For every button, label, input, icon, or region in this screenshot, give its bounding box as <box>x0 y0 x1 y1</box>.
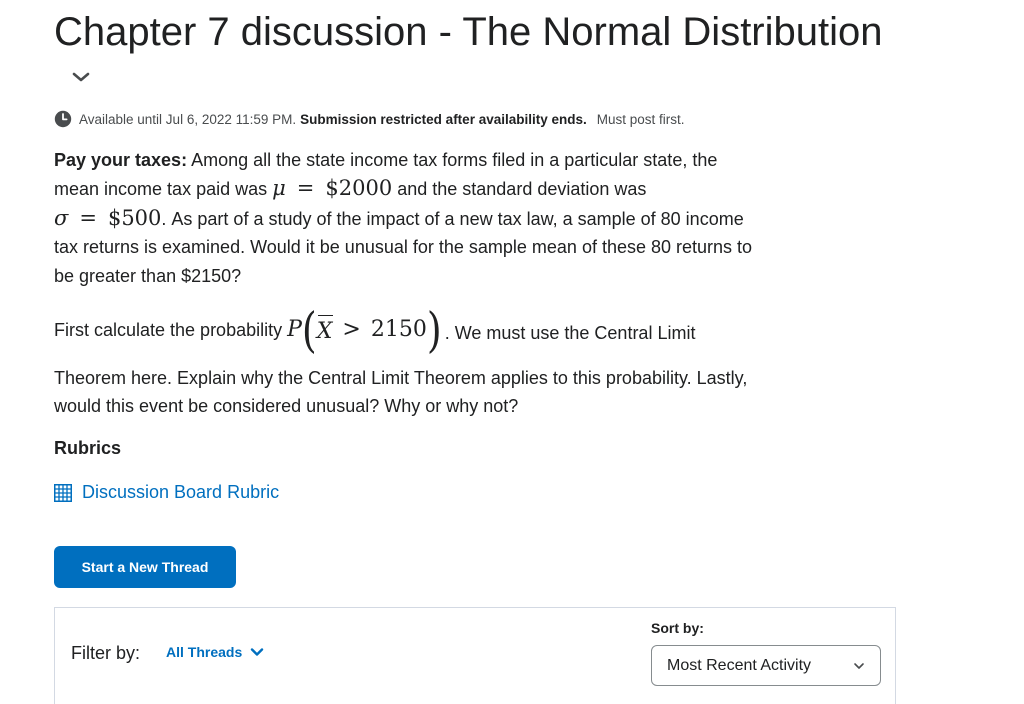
chevron-down-icon <box>72 72 90 82</box>
chevron-down-icon <box>251 648 264 656</box>
must-post-first-notice: Must post first. <box>596 111 685 127</box>
probability-text-rest: Theorem here. Explain why the Central Li… <box>54 368 748 416</box>
clock-icon <box>54 110 72 128</box>
availability-date: Available until Jul 6, 2022 11:59 PM. <box>79 111 297 127</box>
sort-value: Most Recent Activity <box>667 656 812 674</box>
mean-equation: μ = $2000 <box>272 176 392 200</box>
probability-text-before: First calculate the probability <box>54 320 283 340</box>
thread-controls-panel: Filter by: All Threads Sort by: Most Rec… <box>54 607 896 704</box>
discussion-board-rubric-link[interactable]: Discussion Board Rubric <box>54 482 279 503</box>
question-lead: Pay your taxes: <box>54 150 188 170</box>
sort-select[interactable]: Most Recent Activity <box>651 645 881 686</box>
probability-text-after: . We must use the Central Limit <box>444 323 696 343</box>
equals-sign: = <box>79 205 97 230</box>
close-paren: ) <box>426 302 442 358</box>
page-title: Chapter 7 discussion - The Normal Distri… <box>54 10 883 54</box>
sd-equation: σ = $500 <box>54 206 161 230</box>
mu-symbol: μ <box>272 176 286 201</box>
p-symbol: P <box>287 317 302 342</box>
question-text-part2: and the standard deviation was <box>397 179 647 200</box>
question-text: Pay your taxes: Among all the state inco… <box>54 146 754 290</box>
sigma-symbol: σ <box>54 205 69 230</box>
open-paren: ( <box>301 302 317 358</box>
sd-value: $500 <box>107 205 162 230</box>
probability-expression: P ( X > 2150 ) <box>287 306 442 354</box>
availability-info: Available until Jul 6, 2022 11:59 PM. Su… <box>54 108 685 130</box>
collapse-description-toggle[interactable] <box>70 66 92 88</box>
chevron-down-icon <box>854 663 864 669</box>
rubric-grid-icon <box>54 483 72 502</box>
submission-restriction: Submission restricted after availability… <box>300 111 587 127</box>
rubrics-heading: Rubrics <box>54 438 122 458</box>
x-bar-symbol: X <box>317 314 334 346</box>
equals-sign: = <box>296 176 315 201</box>
mean-value: $2000 <box>325 176 393 201</box>
probability-prompt: First calculate the probability P ( X > … <box>54 302 774 420</box>
filter-value: All Threads <box>166 644 243 660</box>
filter-threads-dropdown[interactable]: All Threads <box>166 644 265 660</box>
discussion-topic-page: Chapter 7 discussion - The Normal Distri… <box>0 0 1024 704</box>
sort-label: Sort by: <box>651 620 704 636</box>
filter-label: Filter by: <box>71 643 141 663</box>
greater-than-sign: > <box>342 317 361 342</box>
threshold-value: 2150 <box>370 317 427 342</box>
start-new-thread-button[interactable]: Start a New Thread <box>54 546 236 588</box>
rubric-link-label: Discussion Board Rubric <box>82 482 280 502</box>
